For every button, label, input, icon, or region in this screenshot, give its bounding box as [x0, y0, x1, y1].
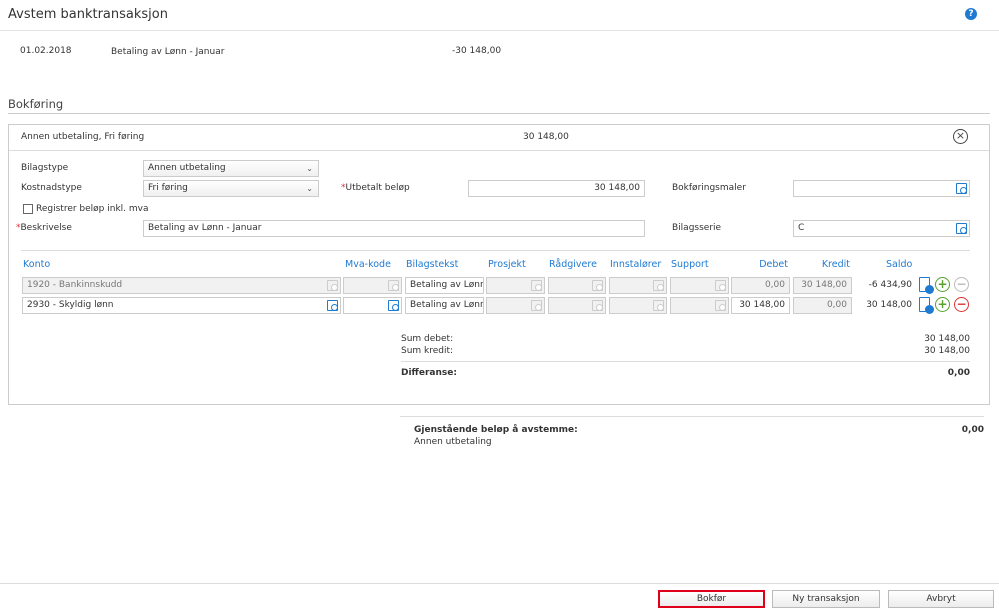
- innstalorer-input: [609, 277, 667, 294]
- help-icon[interactable]: ?: [965, 8, 977, 20]
- differanse-value: 0,00: [947, 368, 970, 378]
- col-radgivere: Rådgivere: [549, 259, 597, 270]
- col-konto: Konto: [23, 259, 51, 270]
- col-prosjekt: Prosjekt: [488, 259, 526, 270]
- sum-kredit-label: Sum kredit:: [401, 346, 454, 356]
- col-debet: Debet: [759, 259, 788, 270]
- kostnadstype-value: Fri føring: [148, 183, 188, 193]
- lookup-icon: [388, 280, 399, 291]
- col-mva: Mva-kode: [345, 259, 391, 270]
- bilagstype-label: Bilagstype: [21, 163, 69, 173]
- document-link-icon[interactable]: [919, 297, 934, 314]
- chevron-down-icon: ⌄: [306, 164, 313, 173]
- chevron-down-icon: ⌄: [306, 184, 313, 193]
- mva-input[interactable]: [343, 297, 402, 314]
- col-support: Support: [671, 259, 709, 270]
- bilagsserie-input[interactable]: C: [793, 220, 970, 237]
- remaining-value: 0,00: [961, 425, 984, 435]
- lookup-icon: [592, 300, 603, 311]
- lookup-icon: [653, 280, 664, 291]
- add-row-icon[interactable]: +: [935, 277, 950, 292]
- utbetalt-input[interactable]: 30 148,00: [468, 180, 645, 197]
- remove-row-icon[interactable]: −: [954, 297, 969, 312]
- entry-summary: Annen utbetaling, Fri føring: [21, 132, 145, 142]
- bilagstekst-input[interactable]: Betaling av Lønn -: [405, 277, 484, 294]
- bilagstype-select[interactable]: Annen utbetaling ⌄: [143, 160, 319, 177]
- lookup-icon: [715, 300, 726, 311]
- transaction-text: Betaling av Lønn - Januar: [111, 47, 225, 57]
- support-input: [670, 277, 729, 294]
- support-input: [670, 297, 729, 314]
- col-innstalorer: Innstalører: [610, 259, 662, 270]
- bilagsserie-label: Bilagsserie: [672, 223, 722, 233]
- konto-input: 1920 - Bankinnskudd: [22, 277, 341, 294]
- lookup-icon: [531, 280, 542, 291]
- bokfor-button[interactable]: Bokfør: [658, 590, 765, 608]
- lookup-icon[interactable]: [327, 300, 338, 311]
- lookup-icon: [327, 280, 338, 291]
- ny-transaksjon-button[interactable]: Ny transaksjon: [772, 590, 880, 608]
- radgivere-input: [548, 297, 606, 314]
- debet-input[interactable]: 30 148,00: [731, 297, 790, 314]
- prosjekt-input: [486, 297, 545, 314]
- remove-row-icon: −: [954, 277, 969, 292]
- remaining-type: Annen utbetaling: [414, 437, 492, 447]
- transaction-amount: -30 148,00: [452, 46, 502, 56]
- bilagstype-value: Annen utbetaling: [148, 163, 226, 173]
- col-bilagstekst: Bilagstekst: [406, 259, 459, 270]
- lookup-icon: [715, 280, 726, 291]
- section-title: Bokføring: [8, 97, 64, 111]
- lookup-icon: [531, 300, 542, 311]
- innstalorer-input: [609, 297, 667, 314]
- transaction-date: 01.02.2018: [20, 46, 72, 56]
- register-incl-vat-label: Registrer beløp inkl. mva: [36, 204, 149, 214]
- lookup-icon[interactable]: [956, 223, 967, 234]
- sum-kredit-value: 30 148,00: [924, 346, 970, 356]
- mva-input: [343, 277, 402, 294]
- register-incl-vat-checkbox[interactable]: [23, 204, 33, 214]
- kredit-input: 0,00: [793, 297, 852, 314]
- beskrivelse-label: *Beskrivelse: [16, 223, 72, 233]
- sum-debet-label: Sum debet:: [401, 334, 454, 344]
- saldo-value: -6 434,90: [868, 280, 912, 290]
- close-icon[interactable]: ×: [953, 129, 968, 144]
- avbryt-button[interactable]: Avbryt: [888, 590, 994, 608]
- lookup-icon: [592, 280, 603, 291]
- bilagstekst-input[interactable]: Betaling av Lønn -: [405, 297, 484, 314]
- sum-debet-value: 30 148,00: [924, 334, 970, 344]
- lookup-icon: [653, 300, 664, 311]
- prosjekt-input: [486, 277, 545, 294]
- kredit-input: 30 148,00: [793, 277, 852, 294]
- remaining-label: Gjenstående beløp å avstemme:: [414, 425, 578, 435]
- differanse-label: Differanse:: [401, 368, 457, 378]
- document-link-icon[interactable]: [919, 277, 934, 294]
- kostnadstype-label: Kostnadstype: [21, 183, 82, 193]
- saldo-value: 30 148,00: [866, 300, 912, 310]
- entry-amount: 30 148,00: [523, 132, 569, 142]
- beskrivelse-input[interactable]: Betaling av Lønn - Januar: [143, 220, 645, 237]
- lookup-icon[interactable]: [956, 183, 967, 194]
- utbetalt-label: *Utbetalt beløp: [341, 183, 410, 193]
- bokforingsmaler-label: Bokføringsmaler: [672, 183, 746, 193]
- debet-input: 0,00: [731, 277, 790, 294]
- add-row-icon[interactable]: +: [935, 297, 950, 312]
- col-saldo: Saldo: [886, 259, 913, 270]
- radgivere-input: [548, 277, 606, 294]
- col-kredit: Kredit: [821, 259, 850, 270]
- dialog-title: Avstem banktransaksjon: [8, 7, 168, 22]
- lookup-icon[interactable]: [388, 300, 399, 311]
- bokforingsmaler-input[interactable]: [793, 180, 970, 197]
- konto-input[interactable]: 2930 - Skyldig lønn: [22, 297, 341, 314]
- kostnadstype-select[interactable]: Fri føring ⌄: [143, 180, 319, 197]
